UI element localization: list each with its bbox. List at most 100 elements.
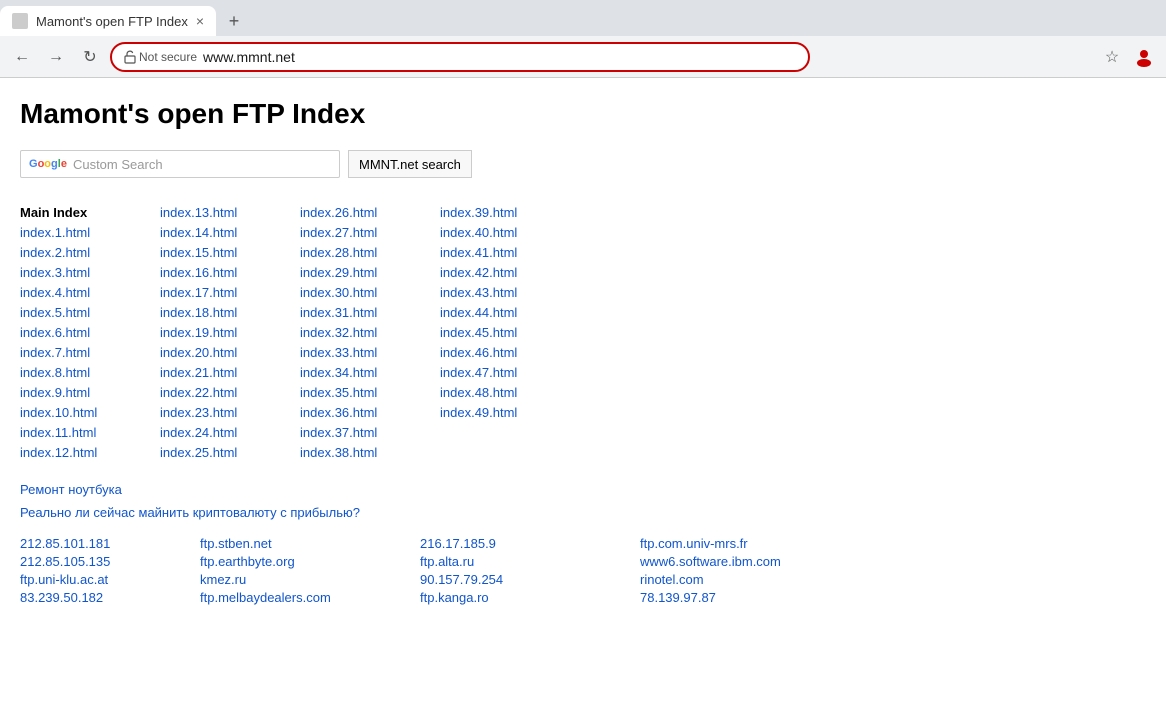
index-link[interactable]: index.3.html bbox=[20, 265, 90, 280]
ftp-link[interactable]: ftp.alta.ru bbox=[420, 554, 474, 569]
index-link[interactable]: index.18.html bbox=[160, 305, 237, 320]
index-link[interactable]: index.48.html bbox=[440, 385, 517, 400]
list-item: ftp.stben.net bbox=[200, 534, 420, 552]
list-item: ftp.earthbyte.org bbox=[200, 552, 420, 570]
index-link[interactable]: index.9.html bbox=[20, 385, 90, 400]
bookmark-button[interactable]: ☆ bbox=[1098, 43, 1126, 71]
promo-section: Ремонт ноутбука Реально ли сейчас майнит… bbox=[20, 482, 980, 520]
list-item: index.10.html bbox=[20, 402, 160, 422]
index-link[interactable]: index.33.html bbox=[300, 345, 377, 360]
index-link[interactable]: index.47.html bbox=[440, 365, 517, 380]
index-link[interactable]: index.15.html bbox=[160, 245, 237, 260]
promo-link-1[interactable]: Ремонт ноутбука bbox=[20, 482, 980, 497]
ftp-link[interactable]: rinotel.com bbox=[640, 572, 704, 587]
refresh-button[interactable]: ↻ bbox=[76, 43, 104, 71]
address-box[interactable]: Not secure www.mmnt.net bbox=[110, 42, 810, 72]
list-item: index.33.html bbox=[300, 342, 440, 362]
list-item: index.18.html bbox=[160, 302, 300, 322]
not-secure-text: Not secure bbox=[139, 50, 197, 64]
index-link[interactable]: index.36.html bbox=[300, 405, 377, 420]
index-link[interactable]: index.25.html bbox=[160, 445, 237, 460]
ftp-link[interactable]: ftp.melbaydealers.com bbox=[200, 590, 331, 605]
index-link[interactable]: index.39.html bbox=[440, 205, 517, 220]
ftp-link[interactable]: 90.157.79.254 bbox=[420, 572, 503, 587]
index-link[interactable]: index.35.html bbox=[300, 385, 377, 400]
index-link[interactable]: index.17.html bbox=[160, 285, 237, 300]
index-link[interactable]: index.7.html bbox=[20, 345, 90, 360]
page-title: Mamont's open FTP Index bbox=[20, 98, 980, 130]
ftp-link[interactable]: 216.17.185.9 bbox=[420, 536, 496, 551]
index-link[interactable]: index.2.html bbox=[20, 245, 90, 260]
tab-favicon bbox=[12, 13, 28, 29]
ftp-link[interactable]: kmez.ru bbox=[200, 572, 246, 587]
list-item: index.28.html bbox=[300, 242, 440, 262]
google-search-box[interactable]: Google Custom Search bbox=[20, 150, 340, 178]
index-col-4: index.39.html index.40.html index.41.htm… bbox=[440, 202, 580, 462]
index-link[interactable]: index.31.html bbox=[300, 305, 377, 320]
index-link[interactable]: index.8.html bbox=[20, 365, 90, 380]
list-item: index.45.html bbox=[440, 322, 580, 342]
index-link[interactable]: index.12.html bbox=[20, 445, 97, 460]
ftp-link[interactable]: www6.software.ibm.com bbox=[640, 554, 781, 569]
index-link[interactable]: index.5.html bbox=[20, 305, 90, 320]
ftp-link[interactable]: 83.239.50.182 bbox=[20, 590, 103, 605]
forward-button[interactable]: → bbox=[42, 43, 70, 71]
index-link[interactable]: index.6.html bbox=[20, 325, 90, 340]
index-link[interactable]: index.10.html bbox=[20, 405, 97, 420]
list-item: index.24.html bbox=[160, 422, 300, 442]
list-item: index.2.html bbox=[20, 242, 160, 262]
index-link[interactable]: index.37.html bbox=[300, 425, 377, 440]
ftp-link[interactable]: ftp.kanga.ro bbox=[420, 590, 489, 605]
list-item: 212.85.105.135 bbox=[20, 552, 200, 570]
ftp-col-1: 212.85.101.181 212.85.105.135 ftp.uni-kl… bbox=[20, 534, 200, 606]
ftp-link[interactable]: ftp.stben.net bbox=[200, 536, 272, 551]
index-link[interactable]: index.1.html bbox=[20, 225, 90, 240]
index-link[interactable]: index.30.html bbox=[300, 285, 377, 300]
promo-link-2[interactable]: Реально ли сейчас майнить криптовалюту с… bbox=[20, 505, 980, 520]
new-tab-button[interactable]: + bbox=[220, 7, 248, 35]
ftp-link[interactable]: ftp.com.univ-mrs.fr bbox=[640, 536, 748, 551]
ftp-link[interactable]: ftp.uni-klu.ac.at bbox=[20, 572, 108, 587]
index-link[interactable]: index.44.html bbox=[440, 305, 517, 320]
index-link[interactable]: index.34.html bbox=[300, 365, 377, 380]
url-text[interactable]: www.mmnt.net bbox=[203, 49, 295, 65]
ftp-link[interactable]: 212.85.101.181 bbox=[20, 536, 110, 551]
list-item: index.34.html bbox=[300, 362, 440, 382]
list-item: index.31.html bbox=[300, 302, 440, 322]
back-button[interactable]: ← bbox=[8, 43, 36, 71]
index-link[interactable]: index.27.html bbox=[300, 225, 377, 240]
index-link[interactable]: index.29.html bbox=[300, 265, 377, 280]
index-link[interactable]: index.22.html bbox=[160, 385, 237, 400]
tab-close-button[interactable]: × bbox=[196, 13, 204, 29]
index-link[interactable]: index.19.html bbox=[160, 325, 237, 340]
index-link[interactable]: index.46.html bbox=[440, 345, 517, 360]
list-item: index.17.html bbox=[160, 282, 300, 302]
list-item: index.37.html bbox=[300, 422, 440, 442]
index-link[interactable]: index.45.html bbox=[440, 325, 517, 340]
index-link[interactable]: index.41.html bbox=[440, 245, 517, 260]
index-link[interactable]: index.13.html bbox=[160, 205, 237, 220]
index-link[interactable]: index.43.html bbox=[440, 285, 517, 300]
mmnt-search-button[interactable]: MMNT.net search bbox=[348, 150, 472, 178]
index-link[interactable]: index.14.html bbox=[160, 225, 237, 240]
index-link[interactable]: index.21.html bbox=[160, 365, 237, 380]
ftp-link[interactable]: 78.139.97.87 bbox=[640, 590, 716, 605]
index-link[interactable]: index.40.html bbox=[440, 225, 517, 240]
index-link[interactable]: index.26.html bbox=[300, 205, 377, 220]
profile-button[interactable] bbox=[1130, 43, 1158, 71]
index-link[interactable]: index.24.html bbox=[160, 425, 237, 440]
index-link[interactable]: index.11.html bbox=[20, 425, 96, 440]
ftp-link[interactable]: 212.85.105.135 bbox=[20, 554, 110, 569]
ftp-link[interactable]: ftp.earthbyte.org bbox=[200, 554, 295, 569]
list-item: index.47.html bbox=[440, 362, 580, 382]
index-link[interactable]: index.38.html bbox=[300, 445, 377, 460]
index-link[interactable]: index.32.html bbox=[300, 325, 377, 340]
index-link[interactable]: index.4.html bbox=[20, 285, 90, 300]
index-link[interactable]: index.28.html bbox=[300, 245, 377, 260]
index-link[interactable]: index.49.html bbox=[440, 405, 517, 420]
index-link[interactable]: index.20.html bbox=[160, 345, 237, 360]
index-link[interactable]: index.16.html bbox=[160, 265, 237, 280]
index-link[interactable]: index.23.html bbox=[160, 405, 237, 420]
index-link[interactable]: index.42.html bbox=[440, 265, 517, 280]
active-tab[interactable]: Mamont's open FTP Index × bbox=[0, 6, 216, 36]
